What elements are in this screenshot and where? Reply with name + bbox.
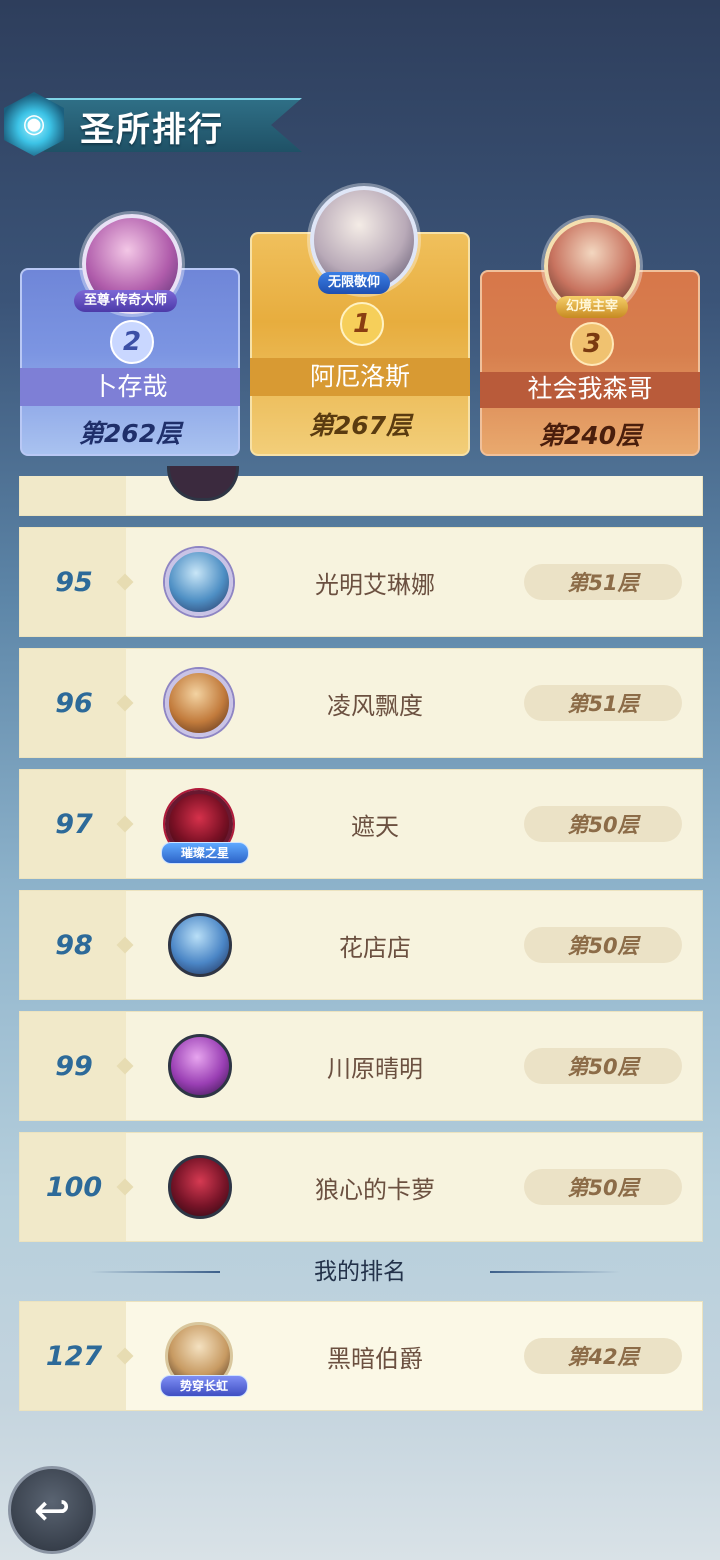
avatar-frame-badge: 势穿长虹 (160, 1375, 248, 1397)
rank-badge-1: 1 (340, 302, 384, 346)
avatar[interactable]: 璀璨之星 (161, 790, 249, 864)
row-rank: 97 (55, 808, 93, 840)
row-floor: 第50层 (524, 927, 682, 963)
my-rank-divider: 我的排名 (0, 1256, 720, 1288)
row-name: 光明艾琳娜 (315, 570, 435, 599)
row-rank: 96 (55, 687, 93, 719)
row-rank: 98 (55, 929, 93, 961)
rank-badge-2: 2 (110, 320, 154, 364)
back-arrow-icon: ↩ (33, 1484, 71, 1536)
row-floor: 第51层 (524, 685, 682, 721)
avatar[interactable]: 势穿长虹 (160, 1322, 248, 1397)
list-item[interactable]: 97 璀璨之星 遮天 第50层 (19, 769, 703, 879)
row-name: 川原晴明 (327, 1054, 423, 1083)
back-button[interactable]: ↩ (8, 1466, 96, 1554)
my-rank-label: 我的排名 (314, 1259, 406, 1285)
row-name: 遮天 (351, 812, 399, 841)
row-name: 凌风飘度 (327, 691, 423, 720)
list-item[interactable]: 100 狼心的卡萝 第50层 (19, 1132, 703, 1242)
row-rank: 95 (55, 566, 93, 598)
avatar[interactable] (168, 1034, 232, 1098)
podium-title-badge: 至尊·传奇大师 (74, 290, 177, 312)
list-item[interactable]: 96 凌风飘度 第51层 (19, 648, 703, 758)
row-name: 狼心的卡萝 (315, 1175, 435, 1204)
podium-title-badge: 无限敬仰 (318, 272, 391, 294)
row-floor: 第51层 (524, 564, 682, 600)
page-header: ◉ 圣所排行 (4, 92, 304, 164)
podium-floor: 第262层 (78, 419, 182, 448)
list-item[interactable]: 99 川原晴明 第50层 (19, 1011, 703, 1121)
row-floor: 第50层 (524, 1169, 682, 1205)
avatar[interactable] (165, 548, 233, 616)
podium-floor: 第240层 (538, 421, 642, 450)
podium-name: 卜存哉 (92, 372, 168, 401)
row-rank: 100 (45, 1171, 103, 1203)
avatar (167, 466, 239, 501)
avatar-frame-badge: 璀璨之星 (161, 842, 249, 864)
rank-badge-3: 3 (570, 322, 614, 366)
list-item[interactable]: 95 光明艾琳娜 第51层 (19, 527, 703, 637)
row-rank: 127 (45, 1340, 103, 1372)
row-floor: 第42层 (524, 1338, 682, 1374)
avatar[interactable] (165, 669, 233, 737)
list-item-partial[interactable] (19, 466, 703, 516)
list-item[interactable]: 98 花店店 第50层 (19, 890, 703, 1000)
row-rank-bg (20, 476, 126, 515)
podium-title-badge: 幻境主宰 (556, 296, 629, 318)
row-name: 黑暗伯爵 (327, 1344, 423, 1373)
podium-floor: 第267层 (308, 411, 412, 440)
my-rank-row[interactable]: 127 势穿长虹 黑暗伯爵 第42层 (19, 1301, 703, 1411)
avatar[interactable] (168, 1155, 232, 1219)
row-name: 花店店 (339, 933, 411, 962)
row-rank: 99 (55, 1050, 93, 1082)
page-title: 圣所排行 (80, 110, 224, 150)
row-floor: 第50层 (524, 806, 682, 842)
podium-name: 阿厄洛斯 (309, 362, 410, 391)
avatar[interactable] (168, 913, 232, 977)
row-floor: 第50层 (524, 1048, 682, 1084)
podium-name: 社会我森哥 (527, 374, 653, 403)
